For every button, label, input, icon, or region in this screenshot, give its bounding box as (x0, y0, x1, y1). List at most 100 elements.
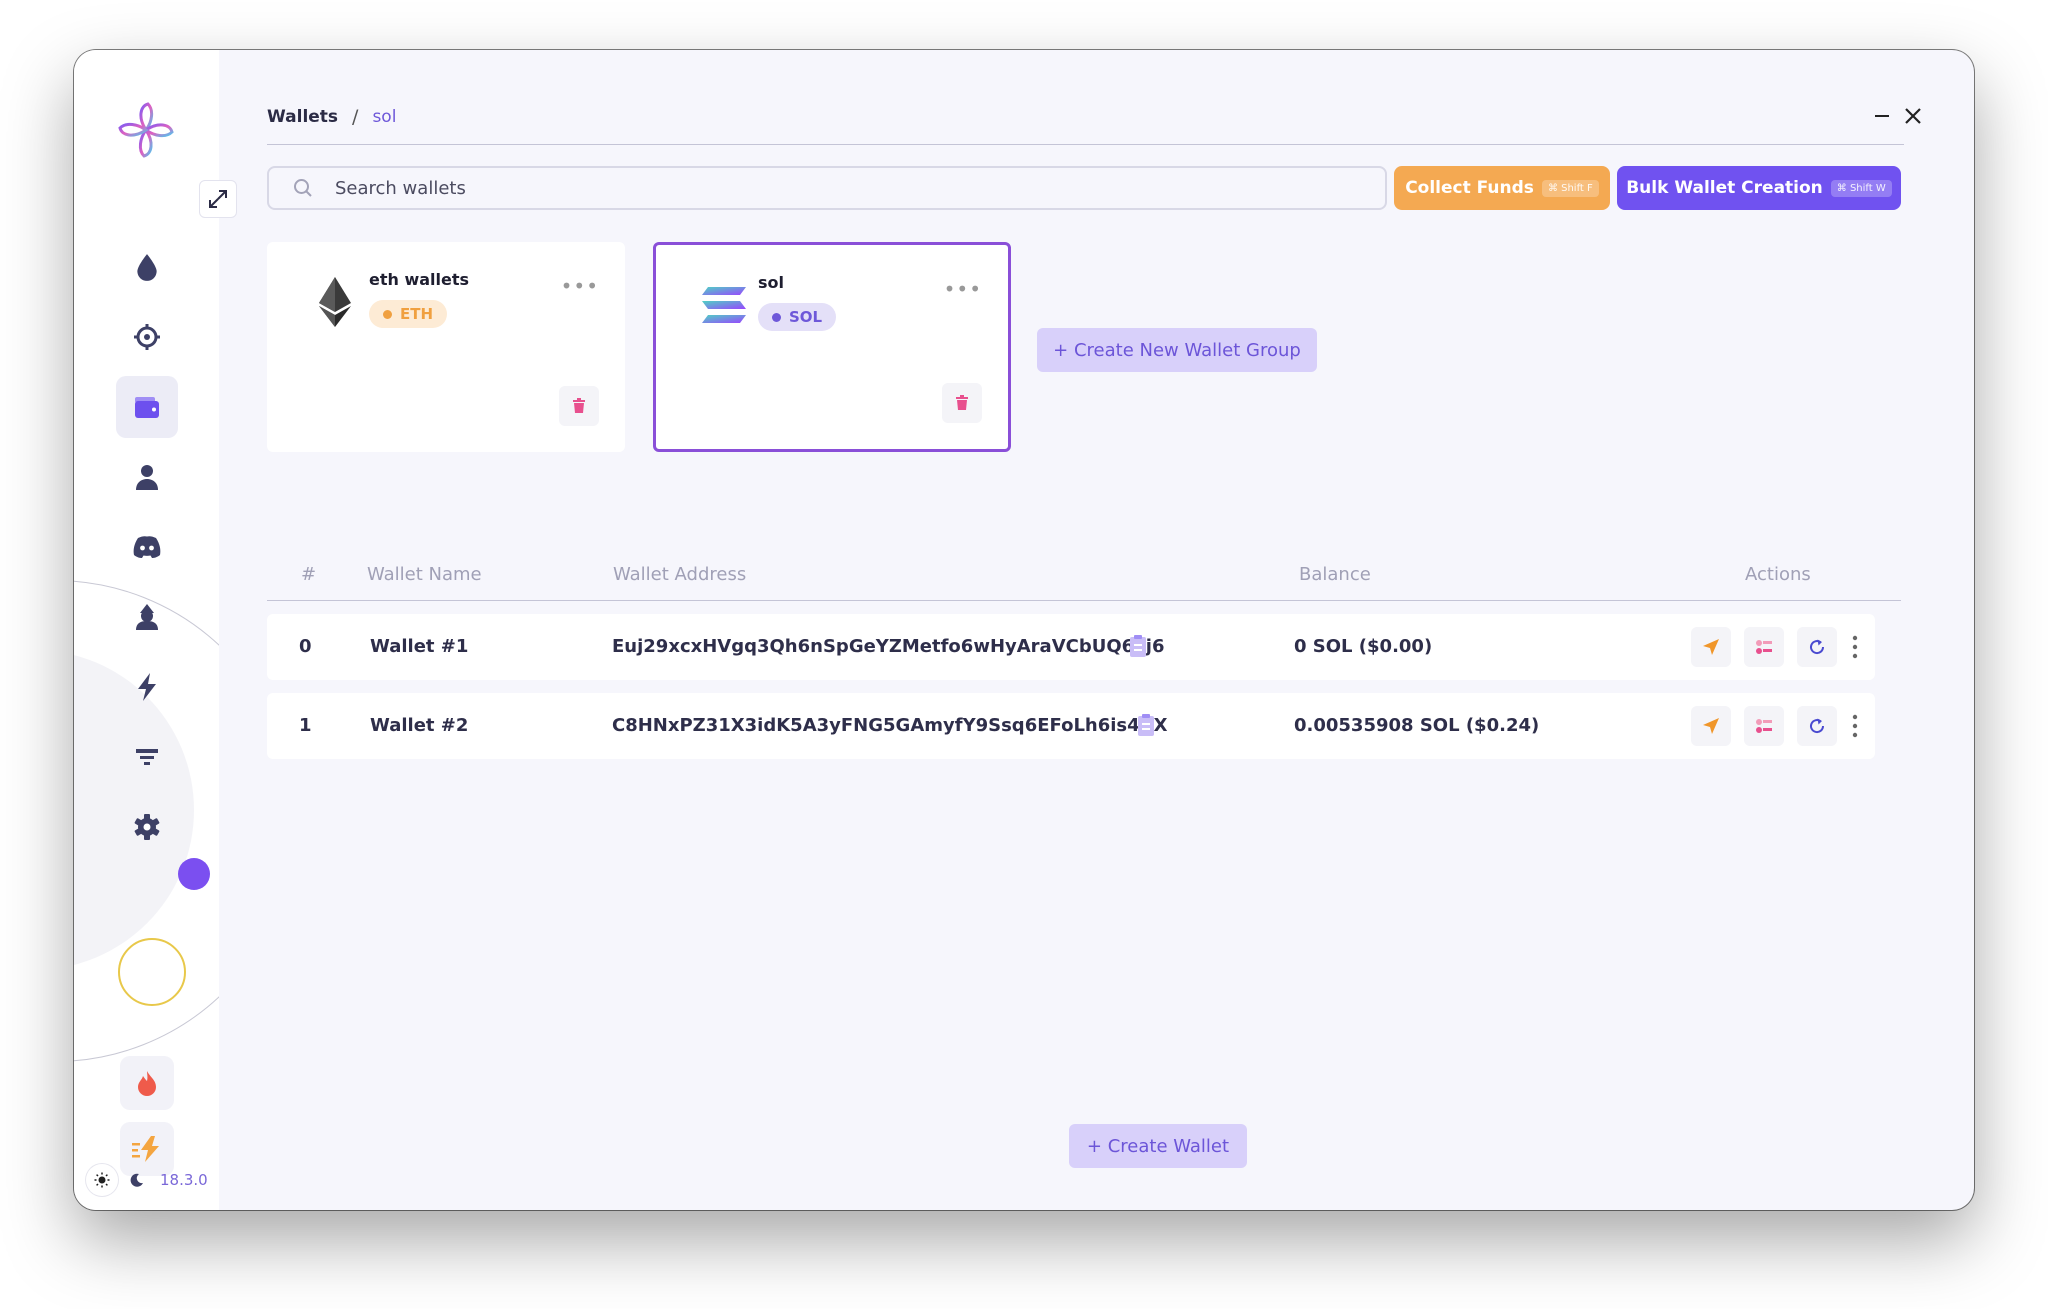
light-mode-button[interactable] (86, 1164, 118, 1196)
delete-group-button[interactable] (942, 383, 982, 423)
nav-settings[interactable] (116, 796, 178, 858)
nav-fire[interactable] (116, 236, 178, 298)
more-options-icon[interactable] (1851, 632, 1859, 662)
filter-lines-icon (136, 749, 158, 765)
refresh-icon (1810, 639, 1825, 655)
row-wallet-address: Euj29xcxHVgq3Qh6nSpGeYZMetfo6wHyAraVCbUQ… (612, 636, 1165, 657)
send-button[interactable] (1691, 706, 1731, 746)
nav-agent[interactable] (116, 586, 178, 648)
group-name: eth wallets (369, 270, 470, 289)
more-options-icon[interactable] (1851, 711, 1859, 741)
breadcrumb: Wallets / sol (267, 106, 396, 128)
moon-icon[interactable] (130, 1173, 144, 1187)
row-index: 1 (299, 715, 312, 736)
search-input[interactable] (333, 176, 1337, 200)
collect-funds-button[interactable]: Collect Funds ⌘ Shift F (1394, 166, 1610, 210)
wallet-group-card-eth[interactable]: eth wallets ETH ••• (267, 242, 625, 452)
col-balance: Balance (1299, 564, 1371, 585)
lightning-icon (138, 673, 156, 701)
nav-target[interactable] (116, 306, 178, 368)
spy-icon (136, 604, 158, 630)
copy-address-icon[interactable] (1137, 713, 1155, 737)
main-content: Wallets / sol Collect Funds ⌘ Shift F Bu… (219, 50, 1974, 1210)
col-index: # (301, 564, 317, 585)
col-actions: Actions (1745, 564, 1811, 585)
row-balance: 0 SOL ($0.00) (1294, 636, 1433, 657)
close-icon (1905, 108, 1921, 124)
send-arrow-icon (1703, 639, 1719, 655)
distribute-button[interactable] (1744, 627, 1784, 667)
sidebar: 18.3.0 (74, 50, 219, 1210)
chain-dot (772, 312, 781, 322)
app-version: 18.3.0 (160, 1171, 208, 1189)
expand-icon (209, 190, 227, 208)
collect-funds-label: Collect Funds (1405, 178, 1534, 198)
wallet-group-card-sol[interactable]: sol SOL ••• (653, 242, 1011, 452)
wallet-icon (135, 397, 159, 418)
distribute-button[interactable] (1744, 706, 1784, 746)
bulk-wallet-creation-shortcut: ⌘ Shift W (1830, 179, 1892, 197)
send-button[interactable] (1691, 627, 1731, 667)
chain-badge-eth: ETH (369, 300, 448, 328)
app-window: 18.3.0 Wallets / sol Collect Funds ⌘ Shi… (74, 50, 1974, 1210)
gear-icon (134, 814, 160, 840)
table-divider (267, 600, 1901, 601)
ethereum-icon (305, 272, 365, 332)
refresh-button[interactable] (1797, 627, 1837, 667)
delete-group-button[interactable] (559, 386, 599, 426)
refresh-button[interactable] (1797, 706, 1837, 746)
row-wallet-name: Wallet #2 (370, 715, 469, 736)
collect-funds-shortcut: ⌘ Shift F (1541, 179, 1599, 197)
minimize-button[interactable] (1868, 102, 1896, 130)
trash-icon (956, 395, 968, 410)
copy-address-icon[interactable] (1129, 634, 1147, 658)
nav-burn[interactable] (120, 1056, 174, 1110)
col-wallet-name: Wallet Name (367, 564, 482, 585)
chain-badge-label: SOL (789, 308, 823, 326)
flame-icon (138, 1071, 156, 1096)
breadcrumb-current: sol (372, 107, 397, 127)
refresh-icon (1810, 718, 1825, 734)
drop-icon (137, 254, 157, 281)
nav-filter[interactable] (116, 726, 178, 788)
crosshair-icon (134, 324, 160, 350)
table-row[interactable]: 0 Wallet #1 Euj29xcxHVgq3Qh6nSpGeYZMetfo… (267, 614, 1875, 680)
user-icon (136, 465, 158, 490)
minimize-icon (1875, 115, 1889, 117)
close-button[interactable] (1899, 102, 1927, 130)
row-wallet-name: Wallet #1 (370, 636, 469, 657)
bulk-wallet-creation-button[interactable]: Bulk Wallet Creation ⌘ Shift W (1617, 166, 1901, 210)
trash-icon (573, 398, 585, 413)
nav-discord[interactable] (116, 516, 178, 578)
decor-ring (118, 938, 186, 1006)
solana-icon (694, 275, 754, 335)
col-wallet-address: Wallet Address (613, 564, 747, 585)
table-header: # Wallet Name Wallet Address Balance Act… (267, 550, 1901, 600)
row-wallet-address: C8HNxPZ31X3idK5A3yFNG5GAmyfY9Ssq6EFoLh6i… (612, 715, 1168, 736)
group-menu-button[interactable]: ••• (561, 274, 599, 298)
app-logo (116, 100, 176, 160)
nav-flash[interactable] (116, 656, 178, 718)
discord-icon (133, 536, 161, 558)
split-icon (1756, 640, 1772, 654)
split-icon (1756, 719, 1772, 733)
table-row[interactable]: 1 Wallet #2 C8HNxPZ31X3idK5A3yFNG5GAmyfY… (267, 693, 1875, 759)
create-wallet-group-button[interactable]: + Create New Wallet Group (1037, 328, 1317, 372)
row-index: 0 (299, 636, 312, 657)
nav-wallets[interactable] (116, 376, 178, 438)
breadcrumb-root[interactable]: Wallets (267, 107, 338, 127)
sun-icon (94, 1172, 110, 1188)
expand-button[interactable] (199, 180, 237, 218)
fast-lightning-icon (132, 1136, 159, 1162)
create-wallet-button[interactable]: + Create Wallet (1069, 1124, 1247, 1168)
chain-badge-label: ETH (400, 305, 434, 323)
send-arrow-icon (1703, 718, 1719, 734)
group-menu-button[interactable]: ••• (944, 277, 982, 301)
breadcrumb-separator: / (352, 106, 359, 128)
chain-badge-sol: SOL (758, 303, 837, 331)
chain-dot (383, 309, 392, 319)
nav-profile[interactable] (116, 446, 178, 508)
status-dot (178, 858, 210, 890)
search-bar (267, 166, 1387, 210)
header-divider (267, 144, 1904, 145)
